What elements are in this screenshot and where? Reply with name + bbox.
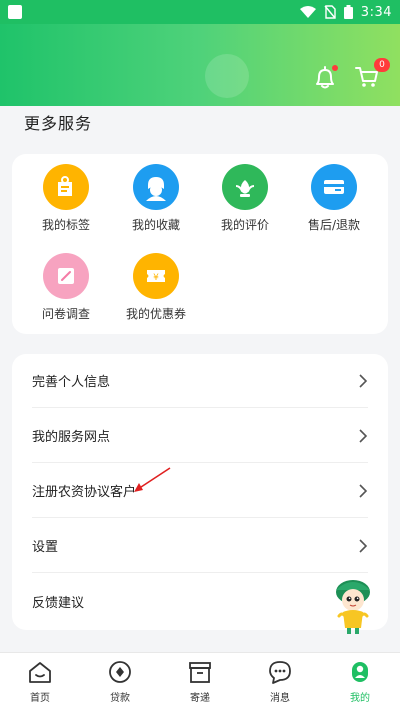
status-bar: 3:34 <box>0 0 400 24</box>
service-label: 我的收藏 <box>131 218 180 232</box>
cart-button[interactable]: 0 <box>354 58 390 90</box>
menu-item-label: 注册农资协议客户 <box>32 485 137 500</box>
menu-item-complete-profile[interactable]: 完善个人信息 <box>32 354 368 408</box>
header-decoration <box>205 54 249 98</box>
nav-delivery[interactable]: 寄递 <box>160 653 240 712</box>
chevron-right-icon <box>359 373 368 388</box>
delivery-icon <box>189 662 211 683</box>
chevron-right-icon <box>359 538 368 553</box>
menu-item-service-outlets[interactable]: 我的服务网点 <box>32 409 368 463</box>
nav-label: 寄递 <box>190 693 210 704</box>
no-sim-icon <box>324 5 336 19</box>
notification-icon <box>8 5 22 19</box>
service-label: 我的优惠券 <box>125 307 186 321</box>
profile-header: 0 <box>0 24 400 106</box>
service-label: 我的评价 <box>220 218 269 232</box>
nav-home[interactable]: 首页 <box>0 653 80 712</box>
menu-item-register-agreement-customer[interactable]: 注册农资协议客户 <box>32 464 368 518</box>
nav-messages[interactable]: 消息 <box>240 653 320 712</box>
nav-label: 首页 <box>30 693 50 704</box>
message-icon <box>269 661 291 684</box>
menu-item-label: 完善个人信息 <box>32 375 111 390</box>
menu-item-feedback[interactable]: 反馈建议 <box>32 574 368 628</box>
service-my-tags[interactable]: 我的标签 <box>23 164 109 233</box>
profile-icon <box>352 662 368 682</box>
favorite-user-icon <box>133 164 179 210</box>
service-label: 问卷调查 <box>41 307 90 321</box>
svg-text:¥: ¥ <box>153 273 159 283</box>
review-leaf-icon <box>222 164 268 210</box>
nav-label: 我的 <box>350 693 370 704</box>
services-card: 我的标签 我的收藏 我的评价 售后/退款 问卷调查 ¥ 我的优惠券 <box>12 154 388 334</box>
wifi-icon <box>299 6 316 18</box>
menu-item-label: 反馈建议 <box>32 595 85 611</box>
notification-bell-button[interactable] <box>312 64 338 90</box>
service-label: 售后/退款 <box>307 218 361 232</box>
nav-label: 贷款 <box>110 693 130 704</box>
survey-icon <box>43 253 89 299</box>
nav-profile[interactable]: 我的 <box>320 653 400 712</box>
loan-icon <box>109 661 131 683</box>
service-label: 我的标签 <box>41 218 90 232</box>
annotation-arrow-icon <box>134 467 171 492</box>
mascot-assistant-icon[interactable] <box>328 576 378 636</box>
tag-icon <box>43 164 89 210</box>
service-my-coupons[interactable]: ¥ 我的优惠券 <box>113 253 199 322</box>
chevron-right-icon <box>359 483 368 498</box>
nav-label: 消息 <box>270 693 290 704</box>
bottom-nav: 首页 贷款 寄递 消息 我的 <box>0 652 400 712</box>
cart-count-badge: 0 <box>374 58 390 72</box>
service-my-favorites[interactable]: 我的收藏 <box>113 164 199 233</box>
menu-item-label: 设置 <box>32 540 59 555</box>
battery-icon <box>343 5 353 19</box>
service-survey[interactable]: 问卷调查 <box>23 253 109 322</box>
nav-loan[interactable]: 贷款 <box>80 653 160 712</box>
menu-item-label: 我的服务网点 <box>32 430 111 445</box>
coupon-icon: ¥ <box>133 253 179 299</box>
bell-badge-dot <box>332 65 338 71</box>
service-my-reviews[interactable]: 我的评价 <box>202 164 288 233</box>
refund-icon <box>311 164 357 210</box>
home-icon <box>29 662 51 683</box>
chevron-right-icon <box>359 428 368 443</box>
section-title: 更多服务 <box>24 114 93 133</box>
status-time: 3:34 <box>360 4 392 20</box>
service-after-sales-refund[interactable]: 售后/退款 <box>291 164 377 233</box>
menu-item-settings[interactable]: 设置 <box>32 519 368 573</box>
